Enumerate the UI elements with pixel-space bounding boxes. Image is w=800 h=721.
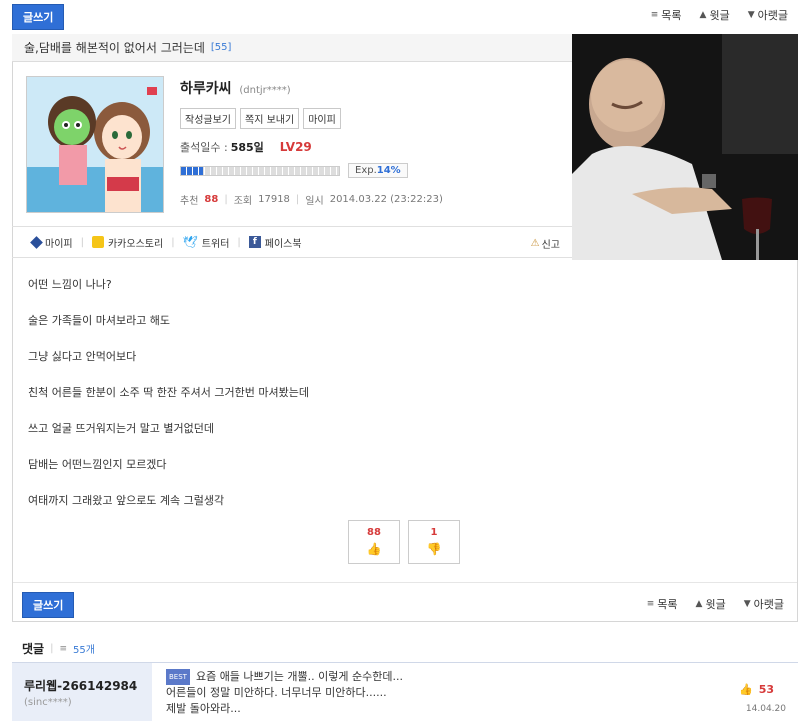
body-line: 친척 어른들 한분이 소주 딱 한잔 주셔서 그거한번 마셔봤는데 <box>28 386 309 399</box>
exp-row: Exp.14% <box>180 163 560 178</box>
arrow-down-icon: ▼ <box>743 599 751 609</box>
author-id: (dntjr****) <box>239 85 291 96</box>
comment-like-button[interactable]: 👍 53 <box>739 683 774 696</box>
facebook-icon: f <box>248 236 261 248</box>
share-bar: 마이피 | 카카오스토리 | 🕊 트위터 | f 페이스북 ⚠ 신고 <box>12 226 572 258</box>
write-button-bottom[interactable]: 글쓰기 <box>22 592 75 618</box>
exp-progress-bar <box>180 165 340 176</box>
attendance-label: 출석일수 : <box>180 141 228 154</box>
post-title: 술,담배를 해본적이 없어서 그러는데 <box>24 41 205 55</box>
share-kakaostory[interactable]: 카카오스토리 <box>91 235 163 250</box>
author-info: 하루카씨 (dntjr****) 작성글보기 쪽지 보내기 마이피 출석일수 :… <box>180 78 560 207</box>
list-icon: ≡ <box>650 10 659 20</box>
body-line: 여태까지 그래왔고 앞으로도 계속 그럴생각 <box>28 494 225 507</box>
comment-icon: ≡ <box>59 643 68 654</box>
attendance-value: 585일 <box>230 141 264 154</box>
post-body: 어떤 느낌이 나나? 술은 가족들이 마셔보라고 해도 그냥 싫다고 안먹어보다… <box>28 276 588 528</box>
comment-body: BEST 요즘 애들 나쁘기는 개뿔.. 이렇게 순수한데... 어른들이 정말 … <box>166 669 403 715</box>
thumbs-up-icon: 👍 <box>366 542 382 556</box>
best-badge: BEST <box>166 669 190 685</box>
body-line: 그냥 싫다고 안먹어보다 <box>28 350 137 363</box>
author-buttons: 작성글보기 쪽지 보내기 마이피 <box>180 108 560 129</box>
post-image[interactable] <box>572 34 798 260</box>
post-comment-count[interactable]: [55] <box>211 42 232 53</box>
share-facebook[interactable]: f 페이스북 <box>248 235 302 250</box>
list-link[interactable]: ≡ 목록 <box>647 596 678 612</box>
write-button-top[interactable]: 글쓰기 <box>12 4 65 30</box>
upvote-count: 88 <box>367 527 381 538</box>
author-name[interactable]: 하루카씨 <box>180 81 232 97</box>
comment-date: 14.04.20 <box>745 704 786 714</box>
twitter-icon: 🕊 <box>182 235 198 249</box>
body-line: 쓰고 얼굴 뜨거워지는거 말고 별거없던데 <box>28 422 215 435</box>
view-count: 17918 <box>258 194 290 205</box>
next-post-link[interactable]: ▼ 아랫글 <box>748 7 788 23</box>
post-nav-top: ≡ 목록 ▲ 윗글 ▼ 아랫글 <box>651 7 788 23</box>
post-nav-bottom: ≡ 목록 ▲ 윗글 ▼ 아랫글 <box>647 596 784 612</box>
share-mypi[interactable]: 마이피 <box>30 235 73 250</box>
exp-tag: Exp.14% <box>348 163 408 178</box>
body-line: 술은 가족들이 마셔보라고 해도 <box>28 314 171 327</box>
list-icon: ≡ <box>646 599 655 609</box>
author-avatar[interactable] <box>26 76 164 213</box>
downvote-button[interactable]: 1 👎 <box>408 520 460 564</box>
prev-post-link[interactable]: ▲ 윗글 <box>696 596 726 612</box>
comment-author-id: (sinc****) <box>24 697 72 708</box>
comments-header: 댓글 | ≡ 55개 <box>22 642 95 656</box>
report-button[interactable]: ⚠ 신고 <box>531 236 560 251</box>
comment-author-panel: 루리웹-266142984 (sinc****) <box>12 663 152 721</box>
next-post-link[interactable]: ▼ 아랫글 <box>744 596 784 612</box>
comment-item: 루리웹-266142984 (sinc****) BEST 요즘 애들 나쁘기는 … <box>12 662 798 721</box>
thumbs-down-icon: 👎 <box>426 542 442 556</box>
body-line: 담배는 어떤느낌인지 모르겠다 <box>28 458 167 471</box>
body-line: 어떤 느낌이 나나? <box>28 278 112 291</box>
kakaostory-icon <box>91 236 104 248</box>
divider <box>13 582 797 583</box>
prev-post-link[interactable]: ▲ 윗글 <box>700 7 730 23</box>
comments-title: 댓글 <box>22 642 45 656</box>
downvote-count: 1 <box>430 527 438 538</box>
comments-count: 55개 <box>73 645 95 656</box>
mypi-icon <box>30 235 43 249</box>
arrow-up-icon: ▲ <box>695 599 703 609</box>
comment-author-name[interactable]: 루리웹-266142984 <box>24 677 152 694</box>
upvote-button[interactable]: 88 👍 <box>348 520 400 564</box>
exp-value: 14% <box>376 165 401 176</box>
post-stats: 추천 88 | 조회 17918 | 일시 2014.03.22 (23:22:… <box>180 194 443 207</box>
level-badge: LV29 <box>279 140 312 154</box>
list-link[interactable]: ≡ 목록 <box>651 7 682 23</box>
recommend-count: 88 <box>204 194 219 205</box>
post-title-bar: 술,담배를 해본적이 없어서 그러는데 [55] <box>12 34 572 62</box>
attendance-row: 출석일수 : 585일 LV29 <box>180 139 560 155</box>
post-date: 2014.03.22 (23:22:23) <box>329 194 443 205</box>
arrow-up-icon: ▲ <box>699 10 707 20</box>
comment-like-count: 53 <box>758 683 774 696</box>
share-twitter[interactable]: 🕊 트위터 <box>183 235 230 250</box>
thumbs-up-icon: 👍 <box>738 683 753 696</box>
view-posts-button[interactable]: 작성글보기 <box>180 108 236 129</box>
mypi-button[interactable]: 마이피 <box>303 108 341 129</box>
arrow-down-icon: ▼ <box>747 10 755 20</box>
report-icon: ⚠ <box>530 238 540 249</box>
send-message-button[interactable]: 쪽지 보내기 <box>240 108 300 129</box>
exp-progress-fill <box>181 166 204 175</box>
